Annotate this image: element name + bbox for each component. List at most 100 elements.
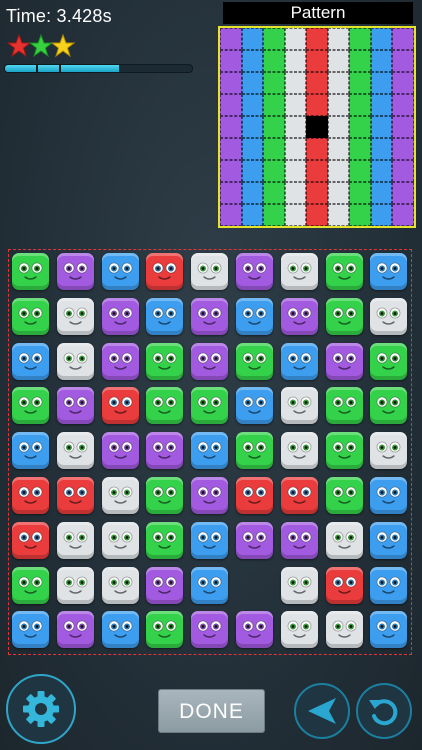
tile-white[interactable]: [280, 387, 318, 425]
tile-purple[interactable]: [56, 253, 94, 290]
game-board[interactable]: [8, 249, 412, 655]
tile-green[interactable]: [325, 432, 363, 470]
undo-button[interactable]: [356, 683, 412, 739]
tile-blue[interactable]: [280, 342, 318, 380]
tile-blue[interactable]: [236, 387, 273, 425]
tile-green[interactable]: [12, 297, 49, 335]
tile-green[interactable]: [236, 342, 273, 380]
tile-purple[interactable]: [191, 342, 229, 380]
tile-purple[interactable]: [325, 342, 363, 380]
tile-white[interactable]: [56, 432, 94, 470]
tile-red[interactable]: [12, 521, 49, 559]
smiley-face-icon: [242, 262, 267, 280]
tile-blue[interactable]: [101, 253, 139, 290]
tile-green[interactable]: [12, 253, 49, 290]
tile-white[interactable]: [370, 432, 408, 470]
smiley-face-icon: [332, 352, 356, 370]
settings-button[interactable]: [6, 674, 76, 744]
tile-green[interactable]: [12, 387, 49, 425]
tile-red[interactable]: [146, 253, 184, 290]
tile-white[interactable]: [280, 432, 318, 470]
pattern-cell: [327, 204, 350, 226]
tile-purple[interactable]: [101, 342, 139, 380]
smiley-face-icon: [108, 352, 132, 370]
tile-red[interactable]: [12, 477, 49, 514]
tile-blue[interactable]: [370, 477, 408, 514]
tile-green[interactable]: [325, 253, 363, 290]
tile-green[interactable]: [191, 387, 229, 425]
tile-purple[interactable]: [280, 297, 318, 335]
tile-purple[interactable]: [101, 432, 139, 470]
tile-purple[interactable]: [191, 297, 229, 335]
tile-green[interactable]: [325, 297, 363, 335]
tile-white[interactable]: [325, 611, 363, 649]
tile-white[interactable]: [280, 611, 318, 649]
tile-green[interactable]: [236, 432, 273, 470]
tile-white[interactable]: [56, 342, 94, 380]
tile-white[interactable]: [370, 297, 408, 335]
tile-blue[interactable]: [146, 297, 184, 335]
tile-purple[interactable]: [236, 253, 273, 290]
tile-white[interactable]: [101, 566, 139, 604]
tile-green[interactable]: [146, 521, 184, 559]
tile-white[interactable]: [280, 566, 318, 604]
tile-red[interactable]: [56, 477, 94, 514]
tile-purple[interactable]: [146, 566, 184, 604]
pattern-cell: [241, 50, 264, 72]
tile-red[interactable]: [101, 387, 139, 425]
tile-blue[interactable]: [191, 521, 229, 559]
tile-white[interactable]: [191, 253, 229, 290]
smiley-face-icon: [242, 486, 267, 504]
smiley-face-icon: [63, 352, 88, 370]
tile-blue[interactable]: [101, 611, 139, 649]
arrow-left-icon: [308, 698, 336, 724]
tile-green[interactable]: [325, 477, 363, 514]
tile-purple[interactable]: [191, 611, 229, 649]
tile-green[interactable]: [146, 611, 184, 649]
done-button[interactable]: DONE: [158, 689, 265, 733]
tile-white[interactable]: [56, 566, 94, 604]
tile-purple[interactable]: [101, 297, 139, 335]
smiley-face-icon: [332, 262, 356, 280]
smiley-face-icon: [108, 396, 132, 415]
tile-green[interactable]: [325, 387, 363, 425]
tile-green[interactable]: [370, 387, 408, 425]
pattern-cell: [284, 28, 307, 50]
tile-purple[interactable]: [56, 611, 94, 649]
tile-white[interactable]: [101, 477, 139, 514]
tile-red[interactable]: [280, 477, 318, 514]
tile-white[interactable]: [56, 521, 94, 559]
tile-green[interactable]: [146, 477, 184, 514]
tile-blue[interactable]: [370, 611, 408, 649]
tile-red[interactable]: [236, 477, 273, 514]
submit-arrow-button[interactable]: [294, 683, 350, 739]
tile-blue[interactable]: [12, 342, 49, 380]
tile-purple[interactable]: [56, 387, 94, 425]
tile-white[interactable]: [325, 521, 363, 559]
tile-purple[interactable]: [146, 432, 184, 470]
tile-white[interactable]: [101, 521, 139, 559]
tile-blue[interactable]: [370, 521, 408, 559]
tile-red[interactable]: [325, 566, 363, 604]
tile-blue[interactable]: [191, 566, 229, 604]
tile-blue[interactable]: [12, 432, 49, 470]
tile-green[interactable]: [146, 342, 184, 380]
tile-green[interactable]: [12, 566, 49, 604]
tile-white[interactable]: [56, 297, 94, 335]
tile-blue[interactable]: [236, 297, 273, 335]
smiley-face-icon: [376, 441, 401, 459]
tile-purple[interactable]: [236, 521, 273, 559]
tile-green[interactable]: [370, 342, 408, 380]
smiley-face-icon: [287, 486, 312, 504]
tile-purple[interactable]: [236, 611, 273, 649]
tile-blue[interactable]: [370, 566, 408, 604]
tile-green[interactable]: [146, 387, 184, 425]
smiley-face-icon: [197, 262, 222, 280]
tile-blue[interactable]: [191, 432, 229, 470]
tile-purple[interactable]: [280, 521, 318, 559]
tile-blue[interactable]: [370, 253, 408, 290]
smiley-face-icon: [197, 531, 222, 549]
tile-blue[interactable]: [12, 611, 49, 649]
tile-white[interactable]: [280, 253, 318, 290]
tile-purple[interactable]: [191, 477, 229, 514]
